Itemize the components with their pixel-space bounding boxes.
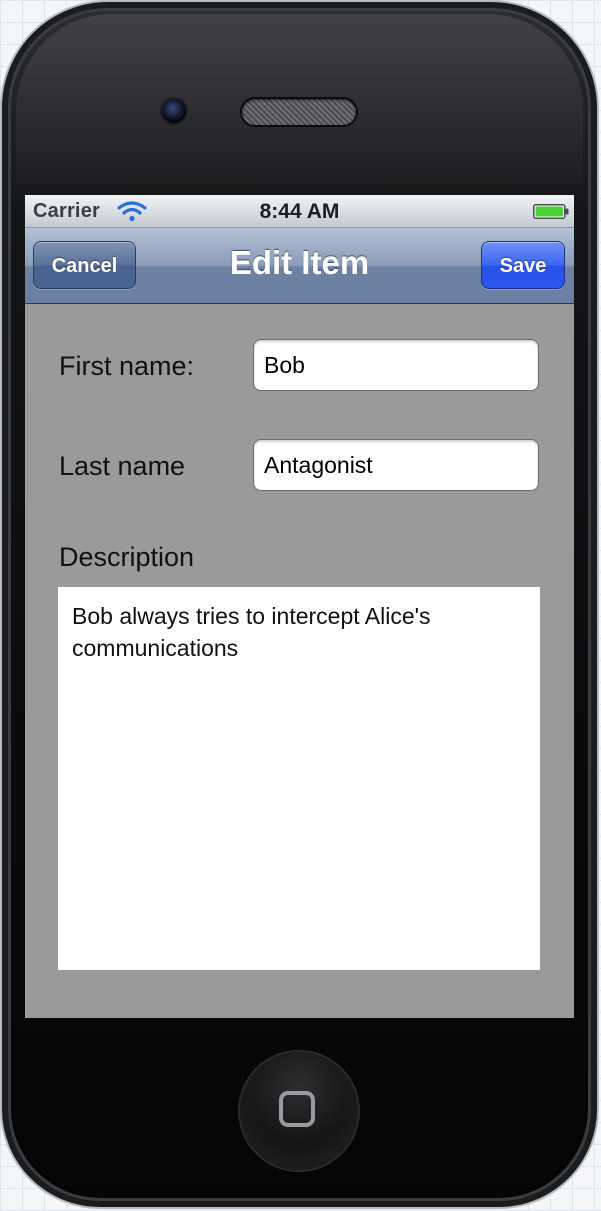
- first-name-label: First name:: [59, 351, 195, 381]
- device-screen: Carrier 8:44 AM Cancel Edit Item Save Fi…: [25, 195, 574, 1018]
- status-time: 8:44 AM: [259, 200, 340, 223]
- last-name-label: Last name: [59, 451, 186, 481]
- battery-icon: [533, 204, 569, 219]
- save-button[interactable]: Save: [481, 241, 565, 289]
- description-label: Description: [59, 542, 195, 572]
- status-bar: Carrier 8:44 AM: [25, 195, 574, 228]
- description-textarea[interactable]: Bob always tries to intercept Alice's co…: [58, 587, 540, 970]
- iphone-device-frame: Carrier 8:44 AM Cancel Edit Item Save Fi…: [0, 0, 599, 1209]
- last-name-field[interactable]: Antagonist: [253, 439, 539, 491]
- front-camera-icon: [162, 99, 186, 123]
- home-button-icon: [279, 1091, 315, 1127]
- speaker-grille-icon: [242, 99, 356, 125]
- first-name-field[interactable]: Bob: [253, 339, 539, 391]
- navigation-bar: Cancel Edit Item Save: [25, 228, 574, 304]
